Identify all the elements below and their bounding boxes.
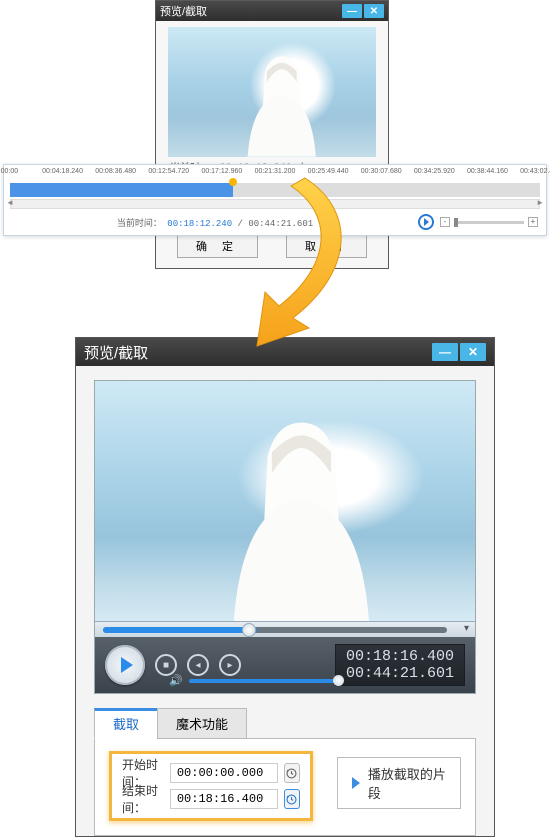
seek-knob[interactable] [242,623,256,637]
start-time-input[interactable]: 00:00:00.000 [170,763,278,783]
play-button[interactable] [105,645,145,685]
timeline-track[interactable] [10,183,540,197]
zoom-out-button[interactable]: - [440,217,450,227]
timeline-tick: 00:17:12.960 [201,168,242,175]
set-start-button[interactable] [284,763,300,783]
timeline-fill [10,183,233,197]
time-inputs-highlight: 开始时间： 00:00:00.000 结束时间： 00:18:16.400 [109,751,313,821]
clock-reset-icon [285,767,298,780]
timeline-tick: 00:21:31.200 [255,168,296,175]
timeline-tick: 00:04:18.240 [42,168,83,175]
timeline-tick: 00:25:49.440 [308,168,349,175]
end-time-label: 结束时间： [122,782,164,816]
timeline-panel: 00:00 00:04:18.240 00:08:36.480 00:12:54.72… [3,164,547,236]
step-back-button[interactable]: ◂ [187,654,209,676]
minimize-button[interactable]: — [342,4,362,18]
title: 预览/截取 [160,3,207,19]
timeline-tick: 00:08:36.480 [95,168,136,175]
preview-dialog-large: 预览/截取 — ✕ ▾ ■ ◂ ▸ 00:18:16.400 00:44:21.… [75,337,495,837]
tab-body: 开始时间： 00:00:00.000 结束时间： 00:18:16.400 播放… [94,738,476,836]
close-button[interactable]: ✕ [364,4,384,18]
timeline-play-button[interactable] [418,214,434,230]
titlebar[interactable]: 预览/截取 — ✕ [156,1,388,21]
play-icon [352,777,360,789]
play-icon [424,218,429,226]
stop-button[interactable]: ■ [155,654,177,676]
time-current: 00:18:16.400 [346,648,454,665]
tabs: 截取 魔术功能 [94,708,476,739]
timeline-tick: 00:43:02.400 [520,168,550,175]
set-end-button[interactable] [284,789,300,809]
play-segment-button[interactable]: 播放截取的片段 [337,757,461,809]
timeline-position: 当前时间： 00:18:12.240 / 00:44:21.601 [12,216,418,229]
timeline-tick: 00:34:25.920 [414,168,455,175]
timeline-zoom: - + [440,217,538,227]
timeline-current-value: 00:18:12.240 [167,219,232,229]
titlebar[interactable]: 预览/截取 — ✕ [76,338,494,366]
cancel-button[interactable]: 取 消 [286,234,367,258]
speaker-icon[interactable]: 🔊 [169,674,183,687]
zoom-slider[interactable] [454,221,524,224]
timeline-total-value: 00:44:21.601 [248,219,313,229]
minimize-button[interactable]: — [432,343,458,361]
seek-bar[interactable]: ▾ [95,621,475,637]
timeline-tick: 00:38:44.160 [467,168,508,175]
time-display: 00:18:16.400 00:44:21.601 [335,644,465,686]
timeline-ticks: 00:00 00:04:18.240 00:08:36.480 00:12:54.72… [4,165,546,183]
ok-button[interactable]: 确 定 [177,234,258,258]
tab-magic[interactable]: 魔术功能 [157,708,247,739]
end-time-input[interactable]: 00:18:16.400 [170,789,278,809]
time-total: 00:44:21.601 [346,665,454,682]
volume-control: 🔊 [169,674,339,687]
volume-thumb[interactable] [333,675,344,686]
timeline-scrollbar[interactable] [10,199,540,209]
close-button[interactable]: ✕ [460,343,486,361]
video-area: ▾ ■ ◂ ▸ 00:18:16.400 00:44:21.601 🔊 [94,380,476,694]
video-preview [168,27,376,157]
video-preview [95,381,475,621]
volume-slider[interactable] [189,679,339,683]
zoom-in-button[interactable]: + [528,217,538,227]
step-forward-button[interactable]: ▸ [219,654,241,676]
play-icon [121,657,133,673]
timeline-playhead[interactable] [229,178,237,186]
timeline-current-label: 当前时间： [117,219,162,229]
play-segment-label: 播放截取的片段 [368,764,446,802]
title: 预览/截取 [84,342,148,363]
timeline-tick: 00:12:54.720 [148,168,189,175]
seek-fill [103,627,257,633]
timeline-tick: 00:30:07.680 [361,168,402,175]
timeline-tick: 00:00 [1,168,19,175]
player-controls: ■ ◂ ▸ 00:18:16.400 00:44:21.601 🔊 [95,637,475,693]
chevron-down-icon[interactable]: ▾ [464,623,469,634]
tab-cut[interactable]: 截取 [94,708,158,739]
